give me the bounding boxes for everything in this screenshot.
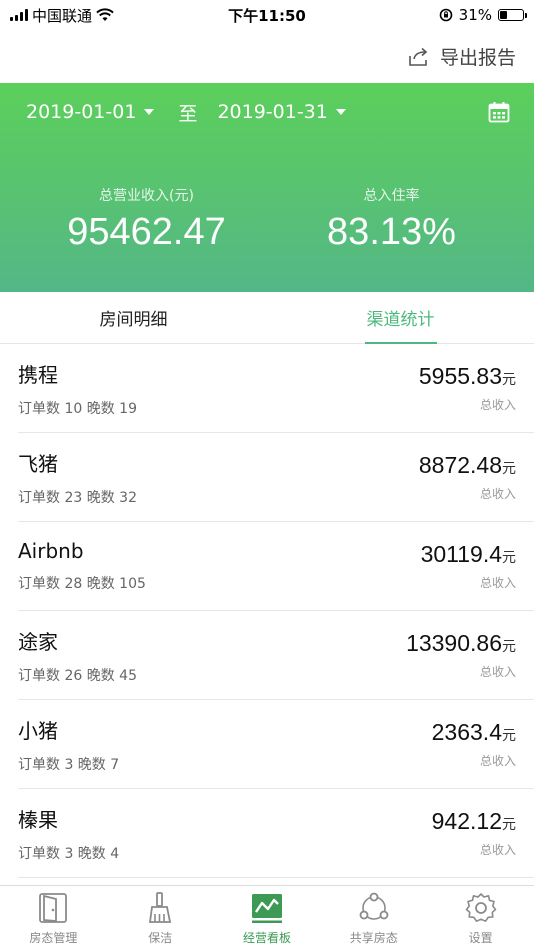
channel-revenue-amount: 2363.4	[431, 719, 502, 745]
channel-order-stats: 订单数 23 晚数 32	[18, 489, 137, 506]
revenue-stat: 总营业收入(元) 95462.47	[0, 185, 269, 254]
channel-revenue-amount: 13390.86	[406, 630, 502, 656]
occupancy-value: 83.13%	[327, 211, 456, 253]
tab-bar-dashboard-label: 经营看板	[242, 930, 291, 945]
date-range-row: 2019-01-01 至 2019-01-31	[0, 83, 534, 141]
channel-order-stats: 订单数 3 晚数 7	[18, 756, 120, 773]
channel-row[interactable]: 榛果订单数 3 晚数 4 942.12元总收入	[18, 789, 534, 878]
channel-list: 携程 订单数 10 晚数 19 5955.83元 总收入 飞猪 订单数 23 晚数 32 8…	[0, 344, 534, 878]
start-date-picker[interactable]: 2019-01-01	[26, 101, 155, 123]
channel-info: 途家订单数 26 晚数 45	[18, 626, 137, 685]
status-left: 中国联通	[10, 5, 114, 26]
summary-stats: 总营业收入(元) 95462.47 总入住率 83.13%	[0, 185, 534, 254]
tab-bar-cleaning-label: 保洁	[148, 930, 173, 945]
channel-revenue: 30119.4元总收入	[421, 541, 516, 591]
channel-row[interactable]: 途家订单数 26 晚数 45 13390.86元总收入	[18, 611, 534, 700]
channel-revenue: 5955.83元总收入	[419, 363, 516, 413]
door-icon	[39, 892, 68, 923]
wifi-icon	[96, 8, 114, 21]
channel-info: 携程订单数 10 晚数 19	[18, 359, 137, 418]
rotation-lock-icon	[439, 8, 452, 22]
revenue-label: 总营业收入(元)	[99, 188, 194, 204]
calendar-icon[interactable]	[488, 101, 510, 123]
channel-name: 榛果	[18, 807, 58, 832]
bottom-tab-bar: 房态管理 保洁 经营看板 共享房态 设置	[0, 885, 534, 950]
channel-revenue-unit: 元	[502, 550, 516, 566]
channel-row[interactable]: Airbnb 订单数 28 晚数 105 30119.4元总收入	[18, 522, 534, 611]
channel-revenue-unit: 元	[502, 639, 516, 655]
broom-icon	[149, 891, 172, 923]
revenue-value: 95462.47	[67, 211, 226, 253]
export-icon	[409, 47, 428, 66]
channel-revenue: 8872.48元总收入	[419, 452, 516, 502]
tab-bar-shared-status-label: 共享房态	[349, 930, 398, 945]
export-report-button[interactable]: 导出报告	[408, 43, 516, 70]
nav-bar: 导出报告	[0, 30, 534, 83]
channel-order-stats: 订单数 10 晚数 19	[18, 400, 137, 417]
end-date-picker[interactable]: 2019-01-31	[217, 101, 346, 123]
occupancy-stat: 总入住率 83.13%	[269, 185, 534, 254]
channel-row[interactable]: 飞猪订单数 23 晚数 32 8872.48元总收入	[18, 433, 534, 522]
date-range-separator: 至	[178, 102, 198, 125]
channel-revenue-label: 总收入	[479, 398, 516, 412]
channel-revenue-amount: 8872.48	[418, 452, 502, 478]
tab-bar-room-status[interactable]: 房态管理	[0, 886, 107, 950]
battery-fill	[500, 11, 507, 19]
channel-revenue-label: 总收入	[479, 754, 516, 768]
channel-revenue-amount: 942.12	[431, 808, 502, 834]
channel-info: Airbnb 订单数 28 晚数 105	[18, 539, 146, 593]
channel-revenue-unit: 元	[502, 461, 516, 477]
carrier-label: 中国联通	[32, 6, 93, 25]
channel-order-stats: 订单数 26 晚数 45	[18, 667, 137, 684]
tab-bar-settings[interactable]: 设置	[427, 886, 534, 950]
channel-name: 途家	[18, 629, 58, 654]
tab-room-details[interactable]: 房间明细	[0, 292, 267, 343]
channel-revenue: 942.12元总收入	[432, 808, 516, 858]
channel-order-stats: 订单数 3 晚数 4	[18, 845, 120, 862]
channel-revenue-label: 总收入	[479, 843, 516, 857]
end-date-value: 2019-01-31	[217, 101, 328, 123]
channel-revenue: 2363.4元总收入	[432, 719, 516, 769]
signal-icon	[10, 9, 28, 21]
export-report-label: 导出报告	[439, 47, 516, 69]
gear-icon	[465, 892, 496, 922]
summary-header: 2019-01-01 至 2019-01-31 总营业收入(元) 95462.4…	[0, 83, 534, 292]
tab-bar-cleaning[interactable]: 保洁	[107, 886, 214, 950]
status-right: 31%	[439, 6, 527, 24]
channel-revenue-amount: 30119.4	[420, 541, 502, 567]
channel-info: 飞猪订单数 23 晚数 32	[18, 448, 137, 507]
channel-revenue-label: 总收入	[479, 487, 516, 501]
battery-percent: 31%	[458, 6, 492, 24]
battery-icon	[498, 9, 527, 21]
tab-bar-settings-label: 设置	[468, 930, 493, 945]
tab-bar-room-status-label: 房态管理	[29, 930, 78, 945]
tab-bar-shared-status[interactable]: 共享房态	[320, 886, 427, 950]
channel-revenue-label: 总收入	[479, 665, 516, 679]
share-icon	[359, 892, 389, 920]
occupancy-label: 总入住率	[363, 188, 420, 204]
channel-revenue-unit: 元	[502, 372, 516, 388]
channel-name: 飞猪	[18, 451, 58, 476]
channel-revenue-label: 总收入	[479, 576, 516, 590]
channel-revenue-amount: 5955.83	[418, 363, 502, 389]
start-date-value: 2019-01-01	[26, 101, 137, 123]
channel-revenue-unit: 元	[502, 728, 516, 744]
channel-name: 小猪	[18, 718, 58, 743]
channel-row[interactable]: 小猪订单数 3 晚数 7 2363.4元总收入	[18, 700, 534, 789]
channel-revenue-unit: 元	[502, 817, 516, 833]
status-bar: 中国联通 下午11:50 31%	[0, 0, 534, 30]
caret-down-icon	[335, 109, 346, 115]
caret-down-icon	[144, 109, 155, 115]
channel-name: 携程	[18, 362, 58, 387]
channel-info: 榛果订单数 3 晚数 4	[18, 804, 119, 863]
channel-row[interactable]: 携程订单数 10 晚数 19 5955.83元总收入	[18, 344, 534, 433]
chart-board-icon	[251, 893, 282, 923]
channel-name: Airbnb	[18, 539, 84, 563]
segment-tabs: 房间明细 渠道统计	[0, 292, 534, 344]
channel-revenue: 13390.86元总收入	[406, 630, 516, 680]
channel-info: 小猪订单数 3 晚数 7	[18, 715, 119, 774]
channel-order-stats: 订单数 28 晚数 105	[18, 576, 146, 592]
tab-channel-stats[interactable]: 渠道统计	[267, 292, 534, 344]
tab-bar-dashboard[interactable]: 经营看板	[214, 886, 321, 950]
